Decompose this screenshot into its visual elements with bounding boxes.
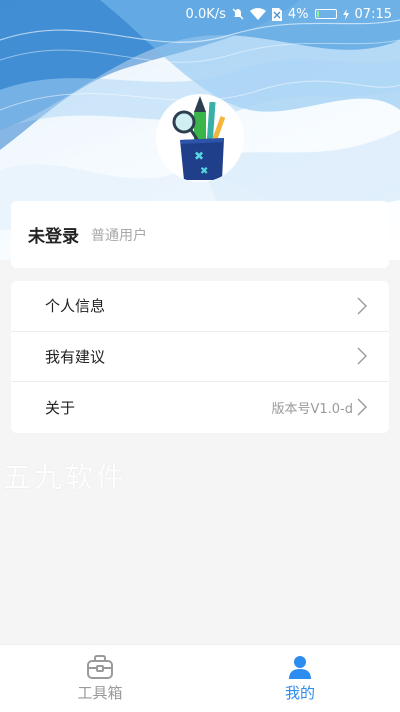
pencil-cup-icon: ✖ ✖ <box>172 96 226 180</box>
svg-text:✖: ✖ <box>200 166 208 177</box>
menu-item-about[interactable]: 关于 版本号V1.0-d <box>11 382 389 433</box>
status-bar: 0.0K/s 4% 07:15 <box>0 0 400 28</box>
avatar[interactable]: ✖ ✖ <box>156 94 244 182</box>
watermark: 五九软件 <box>3 461 128 494</box>
version-label: 版本号V1.0-d <box>271 401 353 417</box>
menu-item-label: 关于 <box>45 398 76 417</box>
tab-label: 我的 <box>284 684 315 702</box>
chevron-right-icon <box>357 398 367 416</box>
clock: 07:15 <box>354 6 392 22</box>
no-sim-icon <box>271 7 282 21</box>
chevron-right-icon <box>357 297 367 315</box>
tab-bar: 工具箱 我的 <box>0 644 400 712</box>
tab-toolbox[interactable]: 工具箱 <box>0 645 200 712</box>
wifi-icon <box>249 8 266 20</box>
menu-item-suggestion[interactable]: 我有建议 <box>11 332 389 383</box>
mute-icon <box>232 8 244 20</box>
svg-text:✖: ✖ <box>194 149 204 163</box>
menu-item-label: 我有建议 <box>45 347 106 366</box>
person-icon <box>289 656 311 679</box>
menu-item-personal-info[interactable]: 个人信息 <box>11 281 389 332</box>
tab-label: 工具箱 <box>77 684 123 702</box>
battery-icon <box>314 9 337 19</box>
user-type: 普通用户 <box>91 227 147 244</box>
menu-item-label: 个人信息 <box>45 297 106 316</box>
user-name: 未登录 <box>28 227 79 247</box>
tab-mine[interactable]: 我的 <box>200 645 400 712</box>
chevron-right-icon <box>357 347 367 365</box>
toolbox-icon <box>87 655 113 679</box>
network-speed: 0.0K/s <box>185 6 226 22</box>
charging-icon <box>342 8 349 20</box>
battery-percent: 4% <box>287 6 309 22</box>
user-card[interactable]: 未登录 普通用户 <box>11 201 389 268</box>
settings-menu: 个人信息 我有建议 关于 版本号V1.0-d <box>11 281 389 433</box>
